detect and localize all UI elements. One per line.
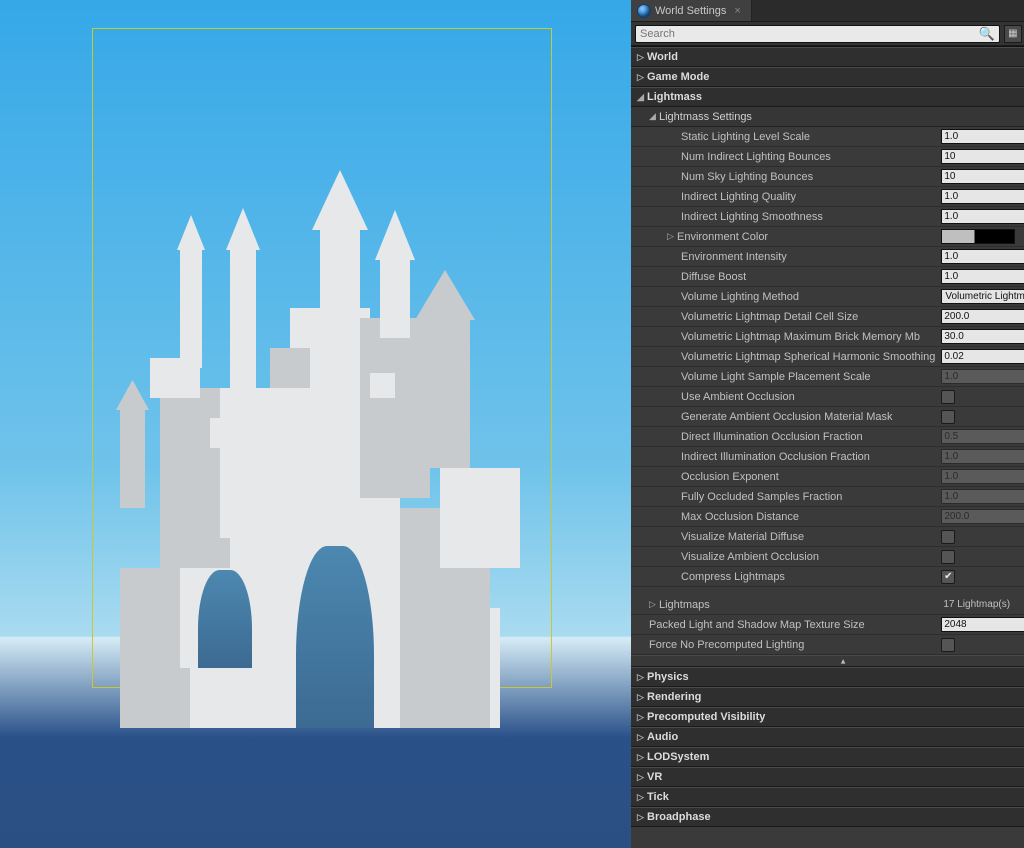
section-lodsystem[interactable]: ▷LODSystem bbox=[631, 747, 1024, 767]
prop-visualize-material-diffuse: Visualize Material Diffuse bbox=[631, 527, 1024, 547]
spinbox[interactable]: 0.02▲▼ bbox=[941, 349, 1024, 364]
spinbox-disabled: 200.0▲▼ bbox=[941, 509, 1024, 524]
prop-direct-illumination-occlusion-fraction: Direct Illumination Occlusion Fraction 0… bbox=[631, 427, 1024, 447]
spinbox[interactable]: 1.0▲▼ bbox=[941, 249, 1024, 264]
prop-indirect-lighting-quality: Indirect Lighting Quality 1.0▲▼ bbox=[631, 187, 1024, 207]
prop-fully-occluded-samples-fraction: Fully Occluded Samples Fraction 1.0▲▼ bbox=[631, 487, 1024, 507]
expand-icon[interactable]: ▷ bbox=[649, 599, 659, 610]
prop-occlusion-exponent: Occlusion Exponent 1.0▲▼ bbox=[631, 467, 1024, 487]
color-swatch[interactable] bbox=[941, 229, 1015, 244]
spinbox-disabled: 1.0▲▼ bbox=[941, 489, 1024, 504]
spinbox[interactable]: 30.0▲▼ bbox=[941, 329, 1024, 344]
chevron-up-icon: ▾ bbox=[841, 656, 846, 667]
prop-volume-lighting-method: Volume Lighting Method Volumetric Lightm… bbox=[631, 287, 1024, 307]
spinbox[interactable]: 1.0▲▼ bbox=[941, 209, 1024, 224]
prop-lightmaps: ▷ Lightmaps 17 Lightmap(s) bbox=[631, 595, 1024, 615]
section-lightmass[interactable]: ◢Lightmass bbox=[631, 87, 1024, 107]
globe-icon bbox=[637, 4, 651, 18]
viewport-3d[interactable] bbox=[0, 0, 631, 848]
prop-diffuse-boost: Diffuse Boost 1.0▲▼ bbox=[631, 267, 1024, 287]
prop-force-no-precomputed-lighting: Force No Precomputed Lighting bbox=[631, 635, 1024, 655]
section-audio[interactable]: ▷Audio bbox=[631, 727, 1024, 747]
checkbox[interactable] bbox=[941, 550, 955, 564]
lightmass-importance-volume-wire bbox=[92, 28, 552, 688]
prop-indirect-lighting-smoothness: Indirect Lighting Smoothness 1.0▲▼ bbox=[631, 207, 1024, 227]
close-icon[interactable]: × bbox=[730, 5, 740, 17]
dropdown[interactable]: Volumetric Lightm▾ bbox=[941, 289, 1024, 304]
tab-world-settings[interactable]: World Settings × bbox=[631, 0, 752, 21]
prop-environment-color: ▷ Environment Color bbox=[631, 227, 1024, 247]
prop-max-occlusion-distance: Max Occlusion Distance 200.0▲▼ bbox=[631, 507, 1024, 527]
prop-compress-lightmaps: Compress Lightmaps bbox=[631, 567, 1024, 587]
spinbox[interactable]: 10▲▼ bbox=[941, 169, 1024, 184]
prop-visualize-ambient-occlusion: Visualize Ambient Occlusion bbox=[631, 547, 1024, 567]
search-row: 🔍 ▦ 👁▾ bbox=[631, 22, 1024, 46]
section-broadphase[interactable]: ▷Broadphase bbox=[631, 807, 1024, 827]
checkbox[interactable] bbox=[941, 530, 955, 544]
prop-environment-intensity: Environment Intensity 1.0▲▼ bbox=[631, 247, 1024, 267]
section-game-mode[interactable]: ▷Game Mode bbox=[631, 67, 1024, 87]
search-input[interactable] bbox=[640, 28, 979, 40]
checkbox[interactable] bbox=[941, 570, 955, 584]
spinbox[interactable]: 1.0▲▼ bbox=[941, 189, 1024, 204]
spinbox-disabled: 1.0▲▼ bbox=[941, 369, 1024, 384]
expand-icon[interactable]: ▷ bbox=[667, 231, 677, 242]
checkbox[interactable] bbox=[941, 390, 955, 404]
section-precomputed-visibility[interactable]: ▷Precomputed Visibility bbox=[631, 707, 1024, 727]
prop-volumetric-lightmap-max-brick-memory: Volumetric Lightmap Maximum Brick Memory… bbox=[631, 327, 1024, 347]
prop-volume-light-sample-placement-scale: Volume Light Sample Placement Scale 1.0▲… bbox=[631, 367, 1024, 387]
spinbox[interactable]: 10▲▼ bbox=[941, 149, 1024, 164]
tab-bar: World Settings × bbox=[631, 0, 1024, 22]
prop-volumetric-lightmap-detail-cell-size: Volumetric Lightmap Detail Cell Size 200… bbox=[631, 307, 1024, 327]
section-world[interactable]: ▷World bbox=[631, 47, 1024, 67]
castle-mesh-preview bbox=[120, 168, 540, 728]
spinbox[interactable]: 1.0▲▼ bbox=[941, 269, 1024, 284]
section-rendering[interactable]: ▷Rendering bbox=[631, 687, 1024, 707]
prop-static-lighting-level-scale: Static Lighting Level Scale 1.0▲▼ bbox=[631, 127, 1024, 147]
properties-scroll[interactable]: ▷World ▷Game Mode ◢Lightmass ◢Lightmass … bbox=[631, 46, 1024, 848]
checkbox[interactable] bbox=[941, 410, 955, 424]
spinbox-disabled: 1.0▲▼ bbox=[941, 469, 1024, 484]
prop-num-sky-lighting-bounces: Num Sky Lighting Bounces 10▲▼↺ bbox=[631, 167, 1024, 187]
section-tick[interactable]: ▷Tick bbox=[631, 787, 1024, 807]
search-icon[interactable]: 🔍 bbox=[979, 26, 995, 42]
spinbox[interactable]: 1.0▲▼ bbox=[941, 129, 1024, 144]
spinbox-disabled: 1.0▲▼ bbox=[941, 449, 1024, 464]
search-box[interactable]: 🔍 bbox=[635, 25, 1000, 43]
checkbox[interactable] bbox=[941, 638, 955, 652]
prop-generate-ao-material-mask: Generate Ambient Occlusion Material Mask bbox=[631, 407, 1024, 427]
spinbox[interactable]: 200.0▲▼ bbox=[941, 309, 1024, 324]
prop-indirect-illumination-occlusion-fraction: Indirect Illumination Occlusion Fraction… bbox=[631, 447, 1024, 467]
property-matrix-button[interactable]: ▦ bbox=[1004, 25, 1022, 43]
tab-label: World Settings bbox=[655, 5, 726, 17]
prop-packed-light-shadow-map-size: Packed Light and Shadow Map Texture Size… bbox=[631, 615, 1024, 635]
collapse-handle[interactable]: ▾ bbox=[631, 655, 1024, 667]
spinbox[interactable]: 2048▲▼ bbox=[941, 617, 1024, 632]
prop-num-indirect-lighting-bounces: Num Indirect Lighting Bounces 10▲▼↺ bbox=[631, 147, 1024, 167]
world-settings-panel: World Settings × 🔍 ▦ 👁▾ ▷World ▷Game Mod… bbox=[631, 0, 1024, 848]
prop-volumetric-lightmap-sh-smoothing: Volumetric Lightmap Spherical Harmonic S… bbox=[631, 347, 1024, 367]
lightmass-settings-header[interactable]: ◢Lightmass Settings ↺ bbox=[631, 107, 1024, 127]
section-physics[interactable]: ▷Physics bbox=[631, 667, 1024, 687]
spinbox-disabled: 0.5▲▼ bbox=[941, 429, 1024, 444]
prop-use-ambient-occlusion: Use Ambient Occlusion bbox=[631, 387, 1024, 407]
section-vr[interactable]: ▷VR bbox=[631, 767, 1024, 787]
lightmaps-count: 17 Lightmap(s) bbox=[941, 599, 1010, 610]
